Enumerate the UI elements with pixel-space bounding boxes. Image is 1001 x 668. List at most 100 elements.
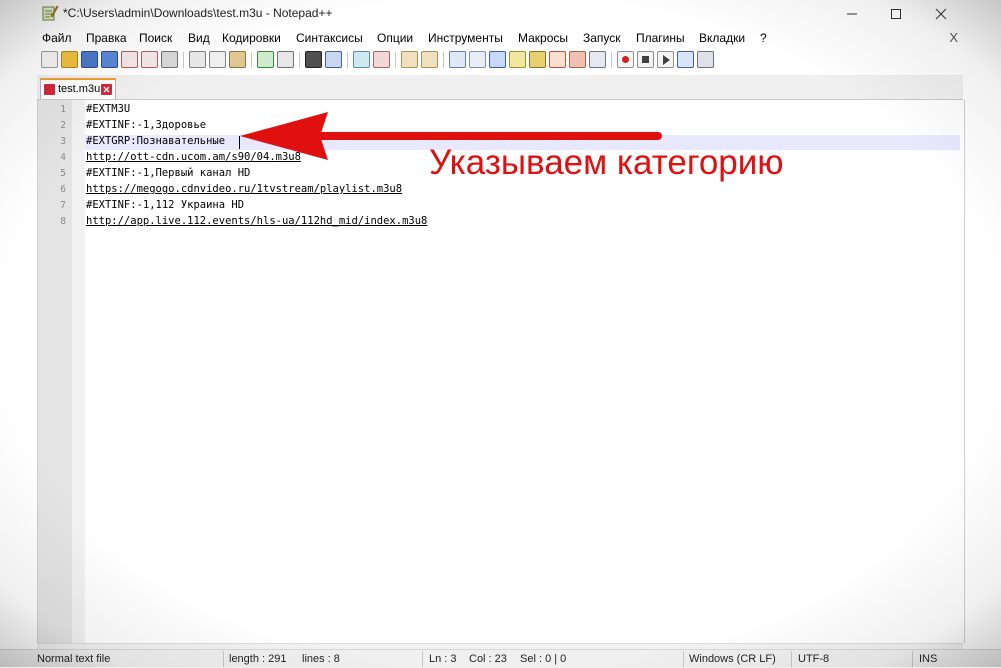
status-length: length : 291 (229, 653, 287, 665)
user-lang-icon[interactable] (509, 51, 526, 68)
run-macro-multiple-icon[interactable] (677, 51, 694, 68)
status-divider (422, 651, 423, 667)
code-line-url[interactable]: http://app.live.112.events/hls-ua/112hd_… (86, 215, 427, 227)
menu-help[interactable]: ? (760, 31, 767, 45)
line-number: 2 (60, 120, 66, 131)
paste-icon[interactable] (229, 51, 246, 68)
toolbar-separator (611, 52, 612, 68)
close-x-icon (103, 86, 110, 93)
toolbar-separator (443, 52, 444, 68)
play-macro-icon[interactable] (657, 51, 674, 68)
line-number: 3 (60, 136, 66, 147)
window-title: *C:\Users\admin\Downloads\test.m3u - Not… (63, 6, 333, 20)
save-icon[interactable] (81, 51, 98, 68)
undo-icon[interactable] (257, 51, 274, 68)
menu-edit[interactable]: Правка (86, 31, 127, 45)
maximize-button[interactable] (873, 0, 919, 28)
maximize-icon (891, 9, 901, 19)
fold-margin[interactable] (72, 100, 85, 643)
tab-bar: test.m3u (37, 75, 963, 100)
status-file-type: Normal text file (37, 653, 111, 665)
annotation-label: Указываем категорию (429, 143, 784, 182)
record-macro-icon[interactable] (617, 51, 634, 68)
new-file-icon[interactable] (41, 51, 58, 68)
close-window-button[interactable] (918, 0, 964, 28)
indent-guide-icon[interactable] (489, 51, 506, 68)
line-number: 7 (60, 200, 66, 211)
unsaved-file-icon (44, 84, 55, 95)
status-column: Col : 23 (469, 653, 507, 665)
monitoring-icon[interactable] (589, 51, 606, 68)
save-all-icon[interactable] (101, 51, 118, 68)
menu-view[interactable]: Вид (188, 31, 210, 45)
minimize-icon (847, 13, 857, 15)
show-all-chars-icon[interactable] (469, 51, 486, 68)
zoom-in-icon[interactable] (353, 51, 370, 68)
code-line: #EXTM3U (86, 103, 131, 115)
code-line: #EXTINF:-1,112 Украина HD (86, 199, 245, 211)
word-wrap-icon[interactable] (449, 51, 466, 68)
close-icon (935, 8, 947, 20)
menu-settings[interactable]: Опции (377, 31, 413, 45)
status-divider (223, 651, 224, 667)
menu-run[interactable]: Запуск (583, 31, 621, 45)
redo-icon[interactable] (277, 51, 294, 68)
minimize-button[interactable] (829, 0, 875, 28)
menu-search[interactable]: Поиск (139, 31, 172, 45)
menu-tools[interactable]: Инструменты (428, 31, 503, 45)
close-file-icon[interactable] (121, 51, 138, 68)
status-divider (912, 651, 913, 667)
play-triangle (663, 55, 670, 65)
status-insert-mode: INS (919, 653, 938, 665)
save-macro-icon[interactable] (697, 51, 714, 68)
open-file-icon[interactable] (61, 51, 78, 68)
toolbar-separator (183, 52, 184, 68)
status-encoding[interactable]: UTF-8 (798, 653, 829, 665)
line-number: 5 (60, 168, 66, 179)
status-eol[interactable]: Windows (CR LF) (689, 653, 776, 665)
sync-vertical-icon[interactable] (401, 51, 418, 68)
toolbar-separator (251, 52, 252, 68)
menu-window[interactable]: Вкладки (699, 31, 745, 45)
tab-test-m3u[interactable]: test.m3u (40, 78, 116, 99)
menu-file[interactable]: Файл (42, 31, 72, 45)
menu-macro[interactable]: Макросы (518, 31, 568, 45)
line-number: 4 (60, 152, 66, 163)
find-icon[interactable] (305, 51, 322, 68)
menu-bar: Файл Правка Поиск Вид Кодировки Синтакси… (0, 29, 1001, 48)
status-line-position: Ln : 3 (429, 653, 457, 665)
function-list-icon[interactable] (549, 51, 566, 68)
folder-workspace-icon[interactable] (569, 51, 586, 68)
doc-map-icon[interactable] (529, 51, 546, 68)
menu-language[interactable]: Синтаксисы (296, 31, 363, 45)
close-all-icon[interactable] (141, 51, 158, 68)
zoom-out-icon[interactable] (373, 51, 390, 68)
status-selection: Sel : 0 | 0 (520, 653, 567, 665)
cut-icon[interactable] (189, 51, 206, 68)
menu-encoding[interactable]: Кодировки (222, 31, 281, 45)
stop-square (642, 56, 649, 63)
sync-horizontal-icon[interactable] (421, 51, 438, 68)
line-number: 1 (60, 104, 66, 115)
notepad-plus-icon (42, 5, 59, 21)
copy-icon[interactable] (209, 51, 226, 68)
stop-record-icon[interactable] (637, 51, 654, 68)
print-icon[interactable] (161, 51, 178, 68)
code-line: #EXTINF:-1,Первый канал HD (86, 167, 251, 179)
toolbar-separator (347, 52, 348, 68)
line-number: 8 (60, 216, 66, 227)
record-dot (622, 56, 629, 63)
close-document-button[interactable]: X (949, 30, 958, 45)
title-bar: *C:\Users\admin\Downloads\test.m3u - Not… (0, 0, 1001, 28)
code-line-url[interactable]: https://megogo.cdnvideo.ru/1tvstream/pla… (86, 183, 402, 195)
tab-close-icon[interactable] (101, 84, 112, 95)
menu-plugins[interactable]: Плагины (636, 31, 685, 45)
line-number-gutter (38, 100, 72, 643)
toolbar (37, 49, 963, 71)
code-line-current: #EXTGRP:Познавательные (86, 135, 226, 147)
status-divider (791, 651, 792, 667)
status-bar: Normal text file length : 291 lines : 8 … (0, 649, 1001, 668)
tab-label: test.m3u (58, 83, 101, 95)
toolbar-separator (299, 52, 300, 68)
replace-icon[interactable] (325, 51, 342, 68)
